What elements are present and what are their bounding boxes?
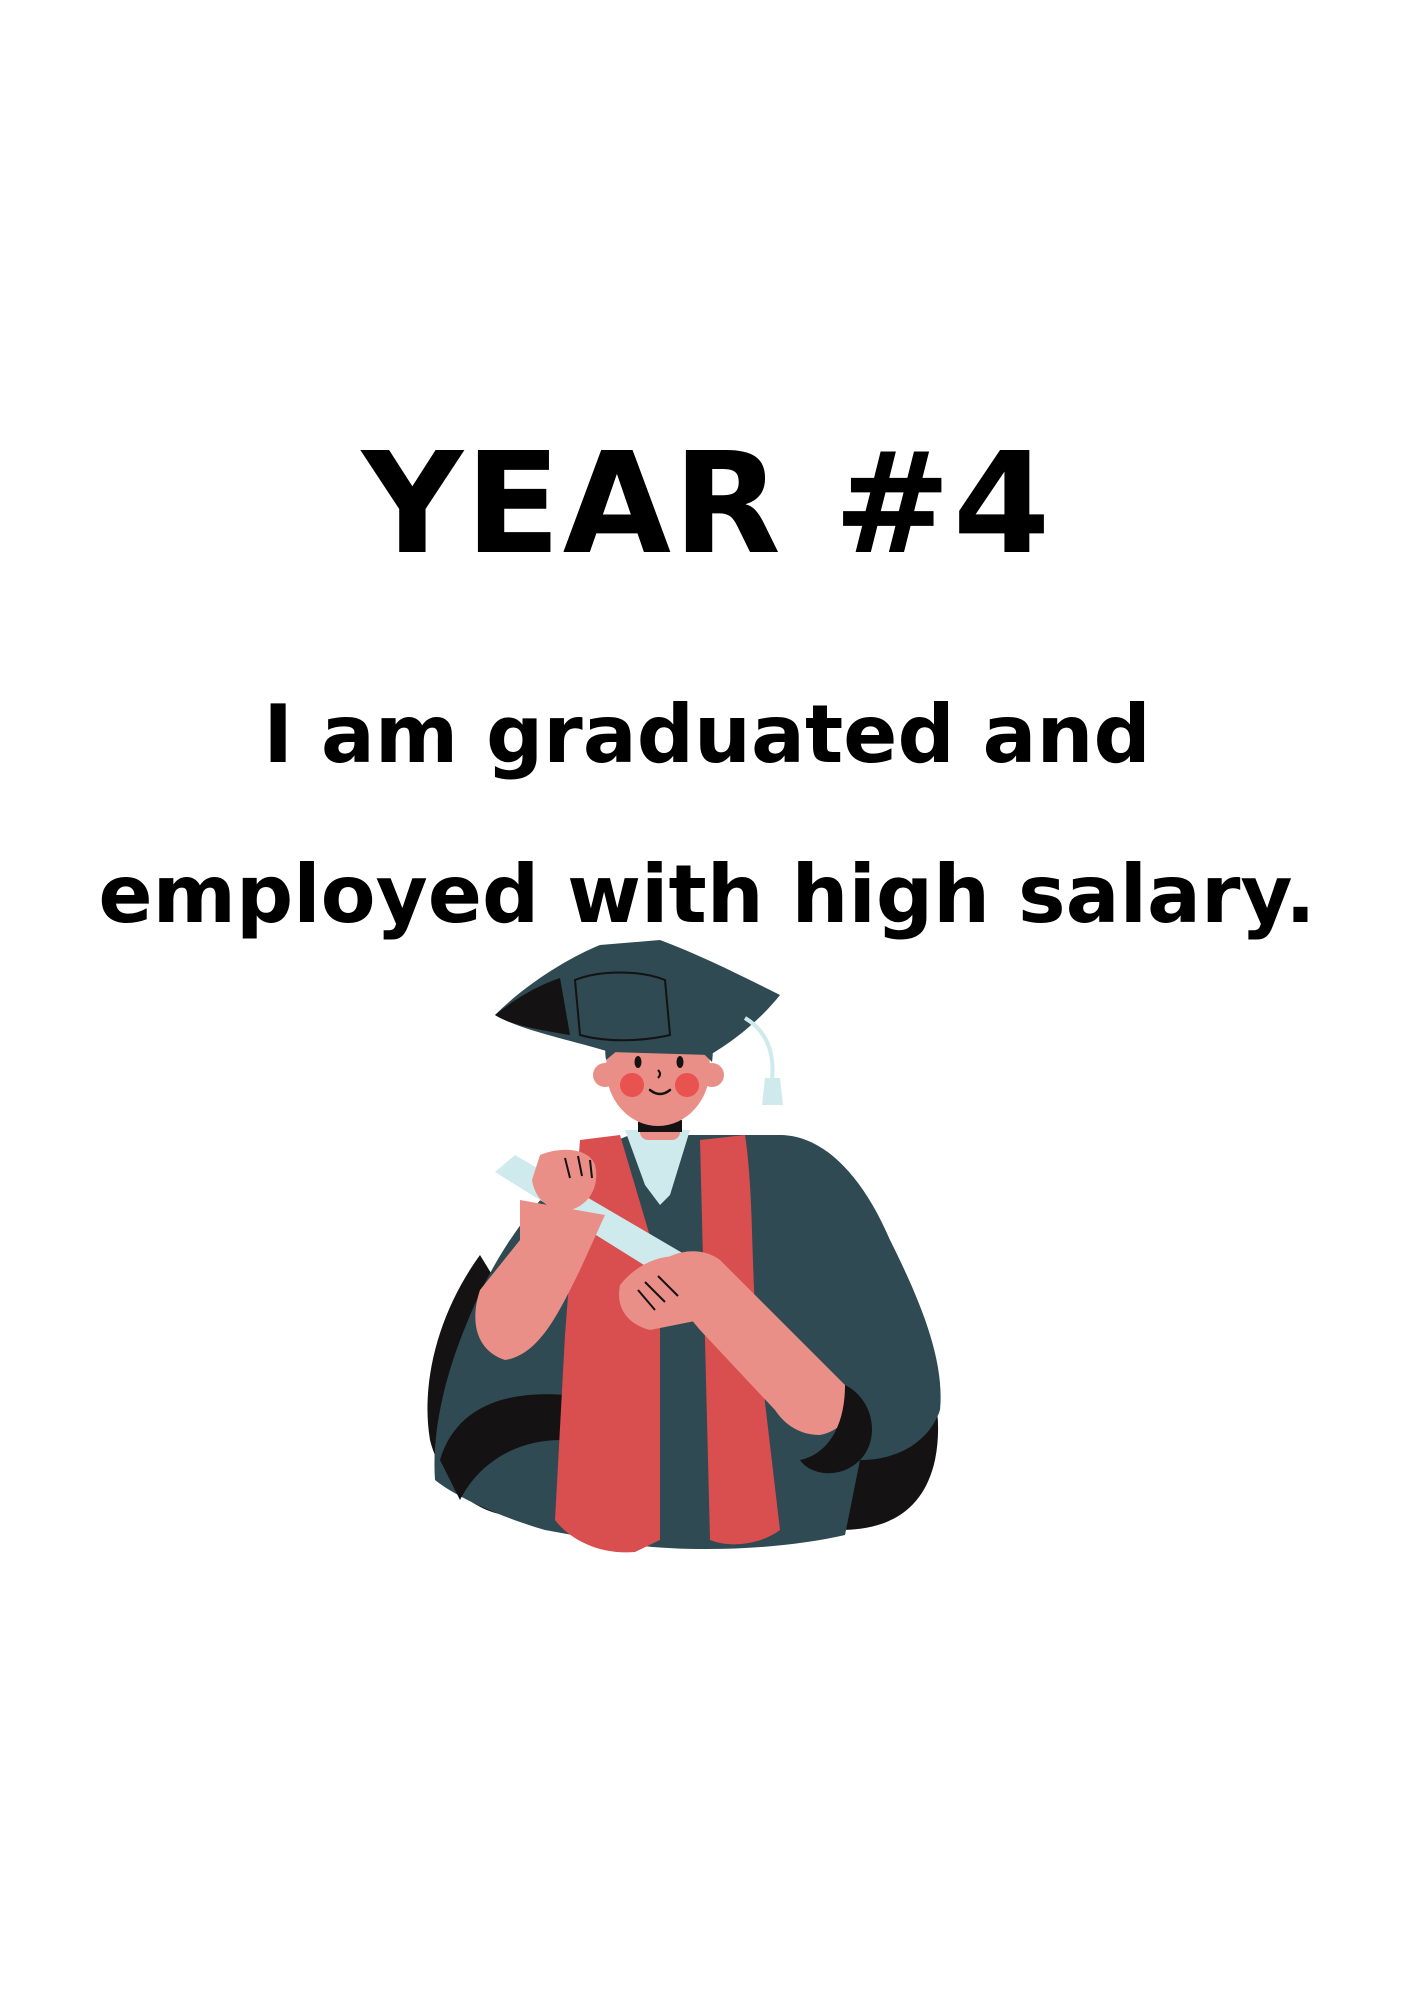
tassel-cord bbox=[743, 1016, 775, 1081]
tassel bbox=[762, 1078, 783, 1105]
caption-line-1: I am graduated and bbox=[263, 688, 1151, 781]
eye-left bbox=[634, 1056, 642, 1068]
page-title: YEAR #4 bbox=[361, 423, 1053, 586]
page: YEAR #4 I am graduated and employed with… bbox=[0, 0, 1414, 2000]
cap-top bbox=[573, 971, 672, 1042]
graduate-icon bbox=[427, 940, 941, 1553]
ear-right bbox=[700, 1063, 724, 1087]
cheek-right bbox=[675, 1073, 699, 1097]
ear-left bbox=[593, 1063, 617, 1087]
cheek-left bbox=[620, 1073, 644, 1097]
eye-right bbox=[676, 1056, 684, 1068]
caption-text: I am graduated and employed with high sa… bbox=[0, 655, 1414, 975]
